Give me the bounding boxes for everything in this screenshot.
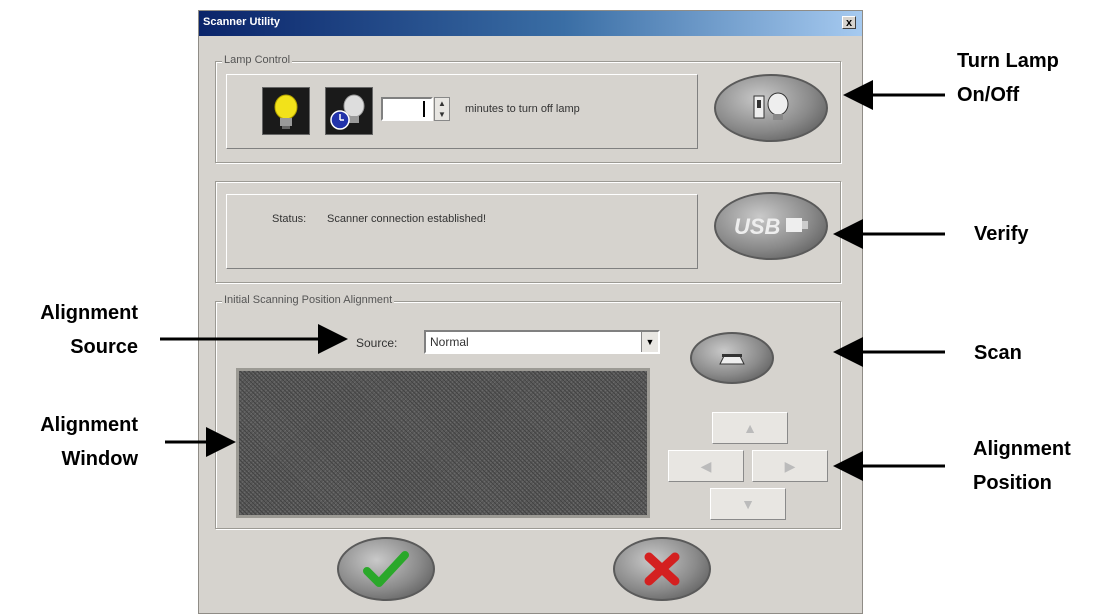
spin-down-icon[interactable]: ▼ xyxy=(435,109,449,120)
close-icon: x xyxy=(845,17,853,29)
scanner-icon xyxy=(719,354,745,365)
down-arrow-icon: ▼ xyxy=(741,496,755,512)
usb-text: USB xyxy=(734,214,781,239)
alignment-window-line2: Window xyxy=(61,448,138,470)
lamp-timer-icon xyxy=(330,94,365,130)
alignment-position-line1: Alignment xyxy=(973,438,1071,460)
lamp-timer-button xyxy=(325,87,373,135)
verify-annotation: Verify xyxy=(974,223,1029,245)
close-button[interactable]: x xyxy=(842,16,856,29)
alignment-source-line2: Source xyxy=(70,336,138,358)
alignment-legend: Initial Scanning Position Alignment xyxy=(222,294,395,306)
alignment-position-line2: Position xyxy=(973,472,1052,494)
up-arrow-icon: ▲ xyxy=(743,420,757,436)
turn-lamp-annotation: Turn Lamp On/Off xyxy=(957,44,1059,112)
alignment-source-line1: Alignment xyxy=(40,302,138,324)
minutes-input[interactable] xyxy=(381,97,433,121)
align-up-button[interactable]: ▲ xyxy=(712,412,788,444)
usb-icon: USB xyxy=(734,214,808,239)
lamp-switch-icon xyxy=(753,92,789,120)
lamp-control-panel: ▲ ▼ minutes to turn off lamp xyxy=(226,74,698,149)
source-label: Source: xyxy=(356,336,398,350)
spin-up-icon[interactable]: ▲ xyxy=(435,98,449,109)
lamp-control-group: Lamp Control ▲ ▼ minutes to turn off lam… xyxy=(215,54,841,163)
status-panel: Status: Scanner connection established! xyxy=(226,194,698,269)
verify-usb-button[interactable]: USB xyxy=(714,192,828,260)
turn-lamp-line2: On/Off xyxy=(957,84,1020,106)
status-group: Status: Scanner connection established! … xyxy=(215,181,841,283)
status-message: Scanner connection established! xyxy=(327,213,486,225)
alignment-group: Initial Scanning Position Alignment Sour… xyxy=(215,294,841,529)
text-cursor xyxy=(423,101,425,117)
scan-button[interactable] xyxy=(690,332,774,384)
left-arrow-icon: ◀ xyxy=(700,458,712,474)
x-icon xyxy=(644,552,680,586)
minutes-spinner[interactable]: ▲ ▼ xyxy=(434,97,450,121)
title-bar: Scanner Utility x xyxy=(199,11,862,36)
align-down-button[interactable]: ▼ xyxy=(710,488,786,520)
align-right-button[interactable]: ▶ xyxy=(752,450,828,482)
minutes-label: minutes to turn off lamp xyxy=(465,103,580,115)
align-left-button[interactable]: ◀ xyxy=(668,450,744,482)
right-arrow-icon: ▶ xyxy=(784,458,796,474)
alignment-source-annotation: Alignment Source xyxy=(8,296,138,364)
lamp-on-button[interactable] xyxy=(262,87,310,135)
status-label: Status: xyxy=(272,213,307,225)
lamp-toggle-button[interactable] xyxy=(714,74,828,142)
window-title: Scanner Utility xyxy=(203,16,281,28)
source-select[interactable]: Normal ▼ xyxy=(424,330,660,354)
ok-button[interactable] xyxy=(337,537,435,601)
alignment-position-annotation: Alignment Position xyxy=(973,432,1071,500)
lamp-control-legend: Lamp Control xyxy=(222,54,293,66)
turn-lamp-line1: Turn Lamp xyxy=(957,50,1059,72)
cancel-button[interactable] xyxy=(613,537,711,601)
source-value: Normal xyxy=(430,335,469,349)
lightbulb-icon xyxy=(274,94,298,129)
alignment-window xyxy=(236,368,650,518)
checkmark-icon xyxy=(363,551,409,587)
scanner-utility-dialog: Scanner Utility x Lamp Control ▲ ▼ minut… xyxy=(198,10,863,614)
alignment-window-line1: Alignment xyxy=(40,414,138,436)
scan-annotation: Scan xyxy=(974,342,1022,364)
alignment-window-annotation: Alignment Window xyxy=(8,408,138,476)
chevron-down-icon[interactable]: ▼ xyxy=(641,332,658,352)
